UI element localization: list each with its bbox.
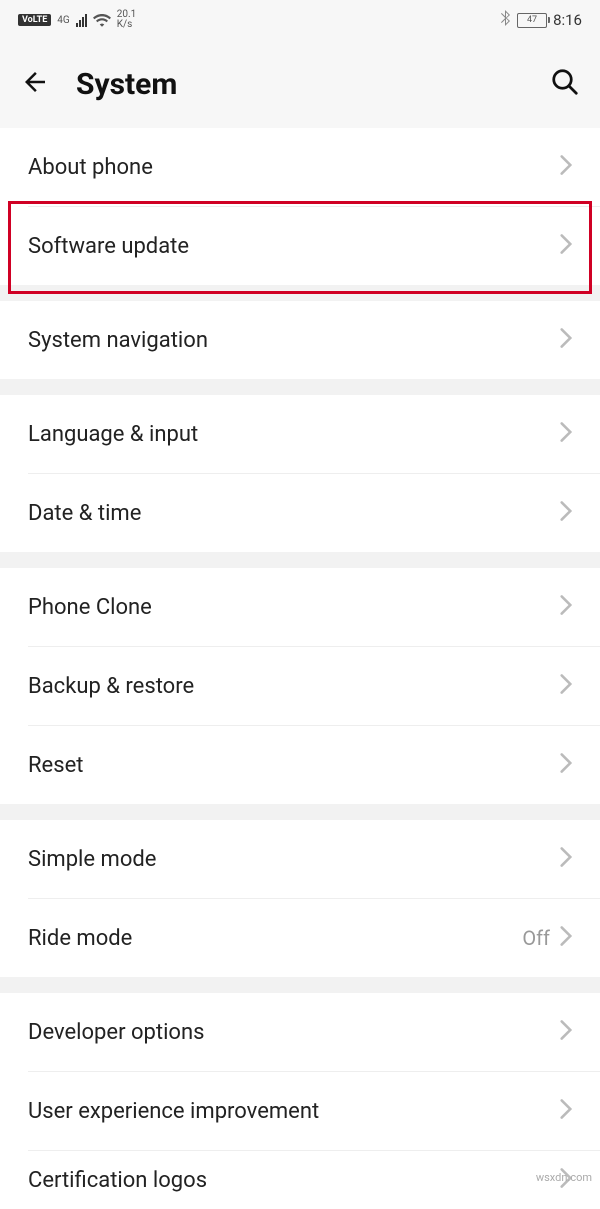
status-bar: VoLTE 4G 20.1 K/s 47 8:16 (0, 0, 600, 40)
row-ride-mode[interactable]: Ride mode Off (0, 899, 600, 977)
row-developer-options[interactable]: Developer options (0, 993, 600, 1071)
row-label: Backup & restore (28, 674, 560, 699)
row-label: Date & time (28, 501, 560, 526)
chevron-right-icon (560, 674, 572, 698)
row-user-experience-improvement[interactable]: User experience improvement (0, 1072, 600, 1150)
row-label: Developer options (28, 1020, 560, 1045)
bluetooth-icon (501, 10, 511, 30)
row-certification-logos[interactable]: Certification logos (0, 1151, 600, 1209)
row-date-time[interactable]: Date & time (0, 474, 600, 552)
section-gap (0, 379, 600, 395)
row-phone-clone[interactable]: Phone Clone (0, 568, 600, 646)
section-gap (0, 804, 600, 820)
chevron-right-icon (560, 1020, 572, 1044)
row-label: Phone Clone (28, 595, 560, 620)
search-button[interactable] (550, 67, 580, 101)
volte-badge: VoLTE (18, 14, 51, 26)
header-bar: System (0, 40, 600, 128)
chevron-right-icon (560, 926, 572, 950)
row-language-input[interactable]: Language & input (0, 395, 600, 473)
row-label: About phone (28, 155, 560, 180)
signal-icon (76, 13, 87, 27)
section-gap (0, 285, 600, 301)
chevron-right-icon (560, 847, 572, 871)
chevron-right-icon (560, 753, 572, 777)
data-speed: 20.1 K/s (117, 10, 137, 30)
chevron-right-icon (560, 155, 572, 179)
row-software-update[interactable]: Software update (0, 207, 600, 285)
row-label: Reset (28, 753, 560, 778)
chevron-right-icon (560, 234, 572, 258)
status-right: 47 8:16 (501, 10, 582, 30)
row-label: Language & input (28, 422, 560, 447)
row-value: Off (522, 926, 550, 950)
row-about-phone[interactable]: About phone (0, 128, 600, 206)
chevron-right-icon (560, 501, 572, 525)
watermark: wsxdn.com (536, 1171, 592, 1184)
wifi-icon (93, 13, 111, 27)
chevron-right-icon (560, 328, 572, 352)
row-label: Software update (28, 234, 560, 259)
network-indicator: 4G (57, 16, 69, 25)
row-label: User experience improvement (28, 1099, 560, 1124)
section-gap (0, 552, 600, 568)
row-simple-mode[interactable]: Simple mode (0, 820, 600, 898)
row-label: Certification logos (28, 1168, 560, 1193)
row-label: System navigation (28, 328, 560, 353)
battery-icon: 47 (517, 13, 547, 28)
row-reset[interactable]: Reset (0, 726, 600, 804)
row-backup-restore[interactable]: Backup & restore (0, 647, 600, 725)
status-left: VoLTE 4G 20.1 K/s (18, 10, 136, 30)
section-gap (0, 977, 600, 993)
chevron-right-icon (560, 1099, 572, 1123)
clock: 8:16 (553, 11, 582, 29)
chevron-right-icon (560, 422, 572, 446)
chevron-right-icon (560, 595, 572, 619)
page-title: System (76, 67, 524, 102)
row-system-navigation[interactable]: System navigation (0, 301, 600, 379)
back-button[interactable] (20, 67, 50, 101)
row-label: Simple mode (28, 847, 560, 872)
row-label: Ride mode (28, 926, 522, 951)
